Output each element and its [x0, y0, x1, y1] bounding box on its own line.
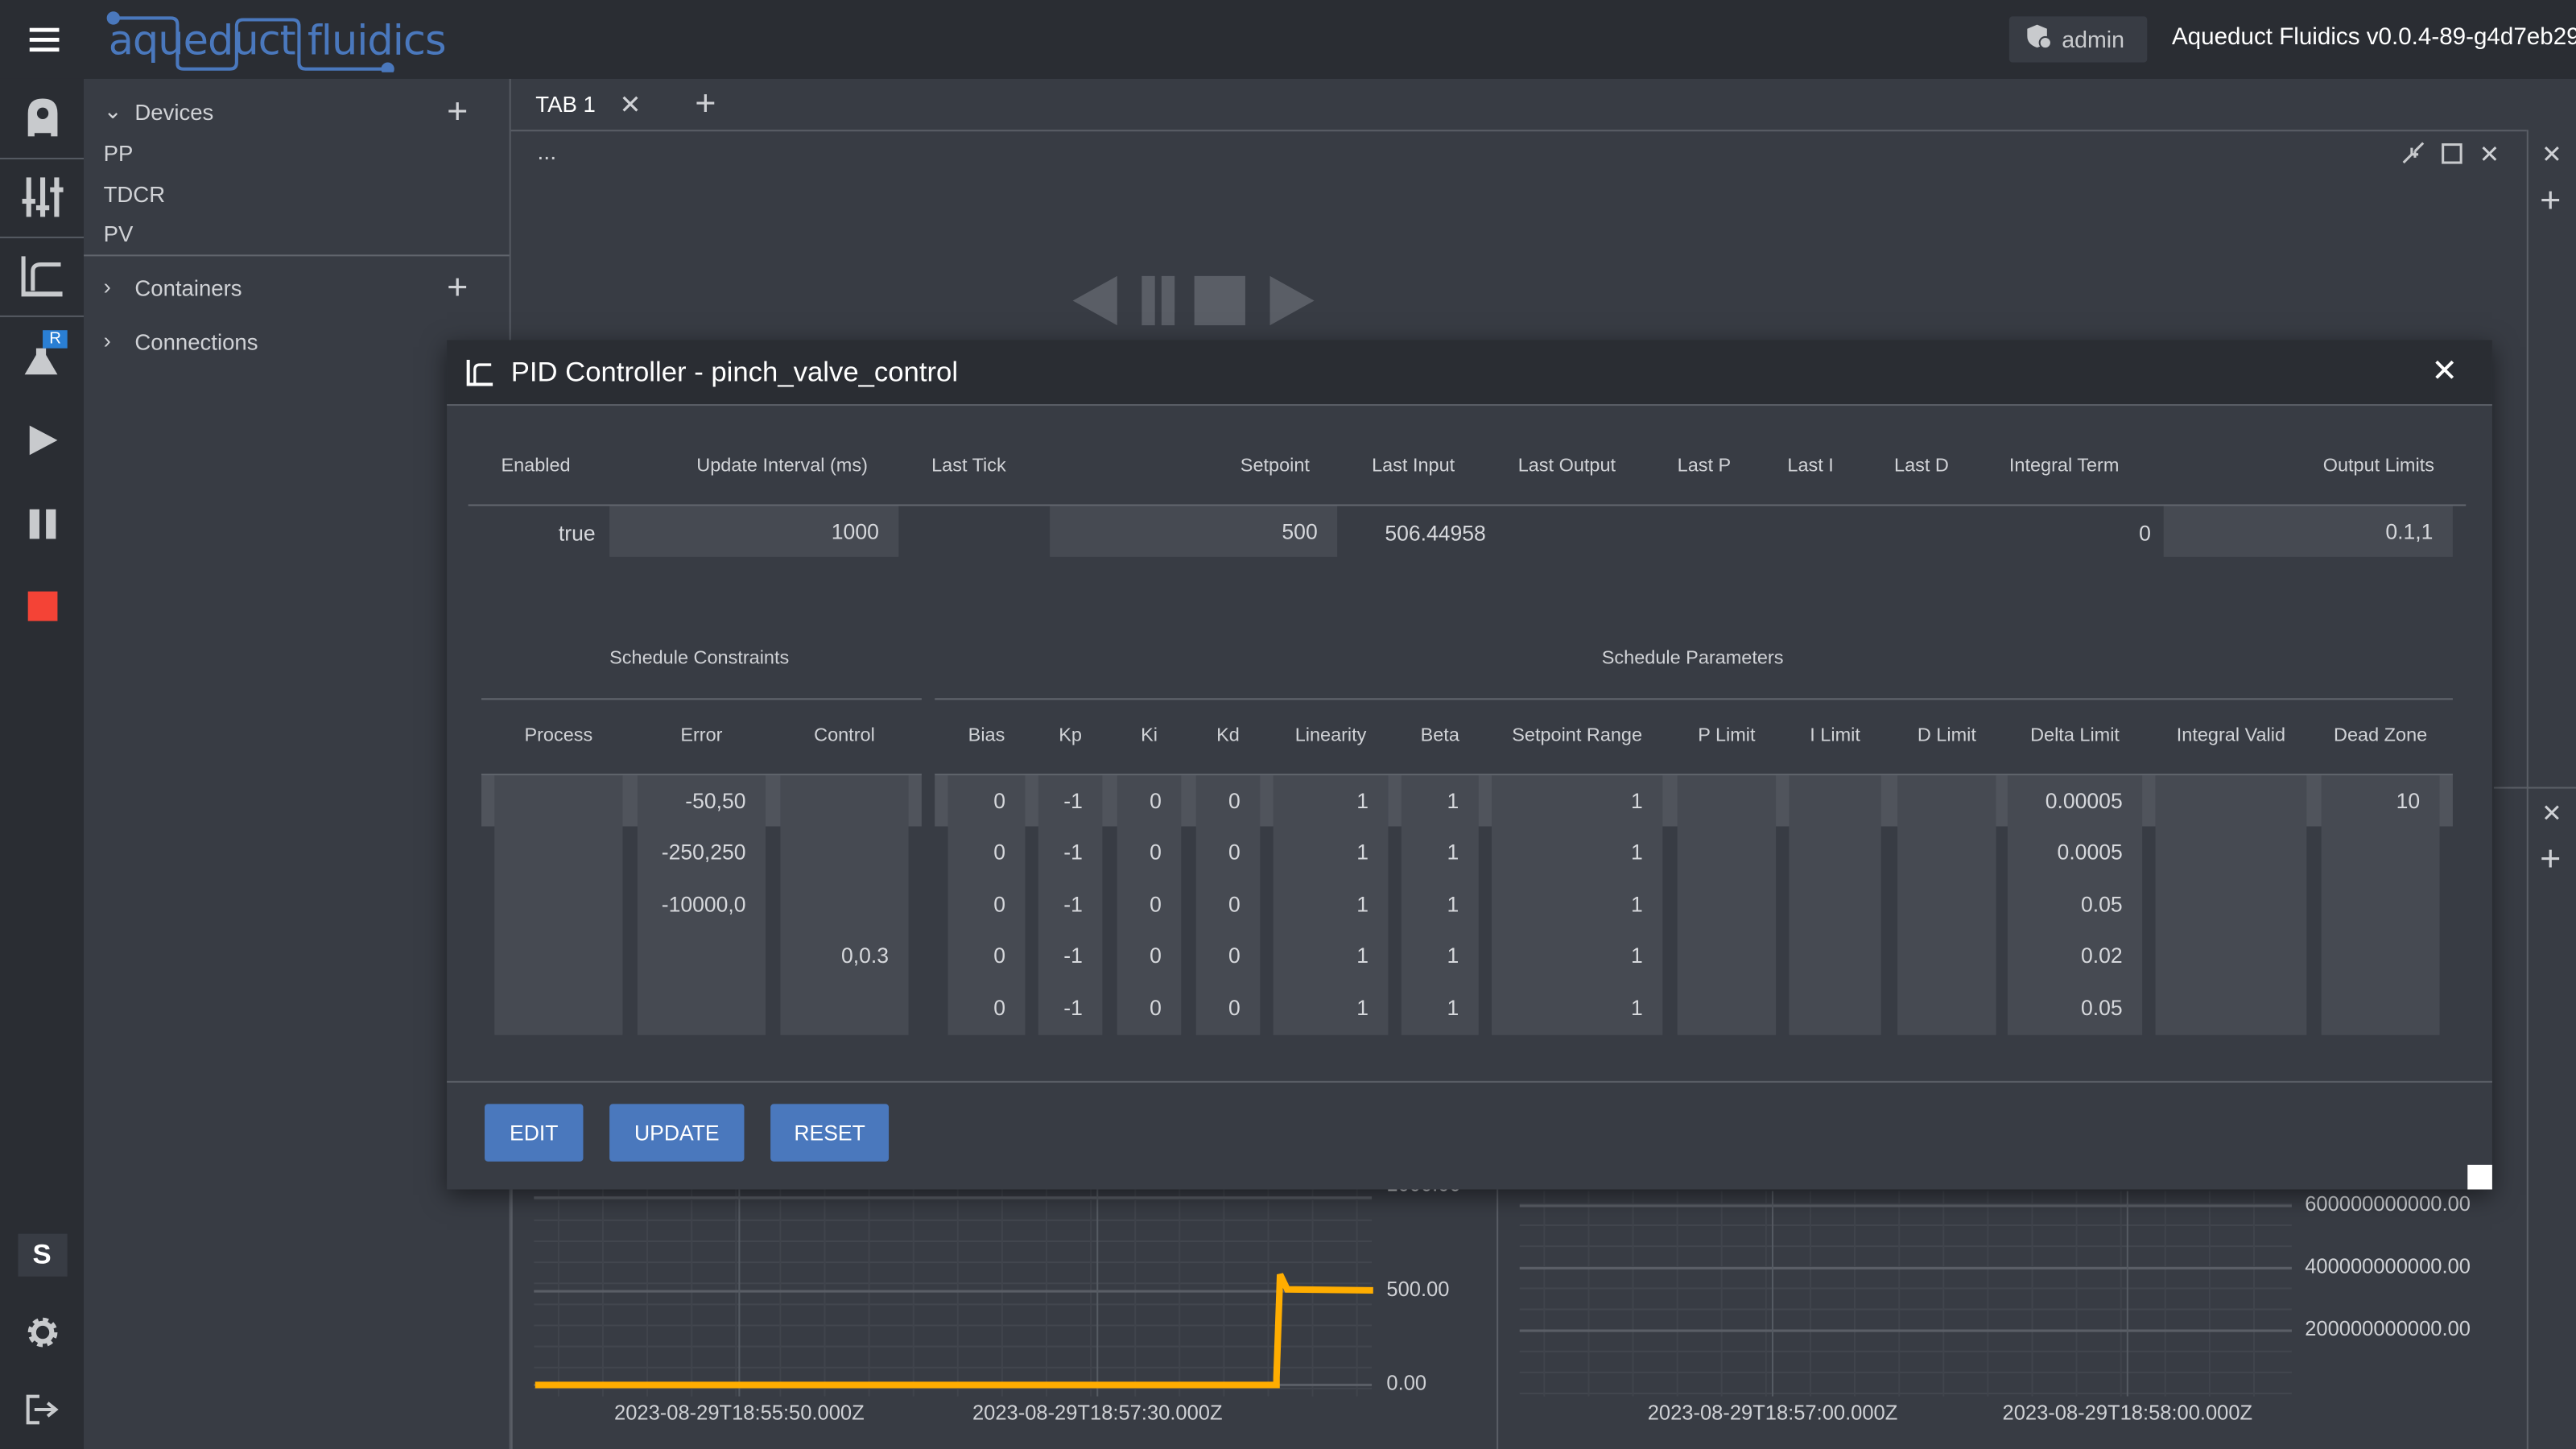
dialog-title: PID Controller - pinch_valve_control	[510, 356, 959, 388]
output-limits-input[interactable]: 0.1,1	[2163, 506, 2453, 557]
schedule-parameters-title: Schedule Parameters	[1601, 649, 1784, 669]
status-header: Last Input	[1372, 456, 1455, 477]
schedule-cell[interactable]: 0	[1117, 840, 1162, 865]
schedule-cell[interactable]: 1	[1402, 943, 1459, 968]
y-tick-label: 500.00	[1386, 1278, 1450, 1302]
status-header: Last Output	[1517, 456, 1616, 477]
column-cells[interactable]	[1677, 775, 1777, 1035]
column-cells[interactable]	[2321, 775, 2440, 1035]
schedule-cell[interactable]: -1	[1038, 892, 1083, 917]
column-cells[interactable]	[2155, 775, 2307, 1035]
schedule-cell[interactable]: -10000,0	[638, 892, 746, 917]
schedule-cell[interactable]: -1	[1038, 789, 1083, 814]
schedule-cell[interactable]: 0	[948, 789, 1005, 814]
schedule-cell[interactable]: 0	[1196, 995, 1241, 1020]
column-header-dead-zone: Dead Zone	[2334, 726, 2428, 746]
column-cells[interactable]	[780, 775, 909, 1035]
y-tick-label: 200000000000.00	[2305, 1317, 2471, 1341]
status-header: Output Limits	[2322, 456, 2434, 477]
schedule-cell[interactable]: 1	[1402, 840, 1459, 865]
schedule-cell[interactable]: 1	[1402, 789, 1459, 814]
schedule-cell[interactable]: 1	[1402, 892, 1459, 917]
status-header: Last D	[1894, 456, 1949, 477]
status-header: Update Interval (ms)	[696, 456, 868, 477]
schedule-cell[interactable]: 0.05	[2008, 892, 2123, 917]
schedule-cell[interactable]: 1	[1402, 995, 1459, 1020]
column-header-control: Control	[814, 726, 875, 746]
x-tick-label: 2023-08-29T18:57:30.000Z	[972, 1401, 1223, 1425]
schedule-cell[interactable]: 1	[1274, 943, 1368, 968]
column-cells[interactable]	[494, 775, 623, 1035]
app-root: aqueduct fluidics admin Aqueduct Fluidic…	[0, 0, 2576, 1449]
schedule-cell[interactable]: 0	[1196, 943, 1241, 968]
enabled-value: true	[558, 520, 596, 546]
column-cells[interactable]	[1897, 775, 1996, 1035]
chart-icon	[466, 359, 493, 394]
schedule-cell[interactable]: -50,50	[638, 789, 745, 814]
schedule-cell[interactable]: 0	[1196, 892, 1241, 917]
schedule-cell[interactable]: 1	[1492, 943, 1643, 968]
resize-handle[interactable]	[2467, 1164, 2492, 1190]
status-header: Setpoint	[1240, 456, 1310, 477]
pid-controller-dialog: PID Controller - pinch_valve_control ✕ E…	[447, 340, 2492, 1190]
schedule-cell[interactable]: 0	[1117, 995, 1162, 1020]
schedule-cell[interactable]: 0,0.3	[780, 943, 889, 968]
schedule-cell[interactable]: 1	[1492, 789, 1643, 814]
column-cells[interactable]	[1789, 775, 1881, 1035]
schedule-cell[interactable]: 0	[1196, 840, 1241, 865]
schedule-cell[interactable]: 1	[1492, 840, 1643, 865]
schedule-cell[interactable]: 1	[1274, 840, 1368, 865]
y-tick-label: 600000000000.00	[2305, 1192, 2471, 1216]
schedule-cell[interactable]: 0	[948, 892, 1005, 917]
schedule-cell[interactable]: 0.02	[2008, 943, 2123, 968]
x-tick-label: 2023-08-29T18:57:00.000Z	[1647, 1401, 1898, 1425]
schedule-cell[interactable]: 0	[1117, 943, 1162, 968]
schedule-cell[interactable]: -1	[1038, 943, 1083, 968]
schedule-cell[interactable]: 0	[1117, 892, 1162, 917]
schedule-cell[interactable]: 1	[1492, 995, 1643, 1020]
schedule-cell[interactable]: -1	[1038, 840, 1083, 865]
status-header: Last P	[1677, 456, 1732, 477]
x-tick-label: 2023-08-29T18:58:00.000Z	[2002, 1401, 2253, 1425]
schedule-cell[interactable]: 0	[1196, 789, 1241, 814]
edit-button[interactable]: EDIT	[485, 1104, 584, 1162]
schedule-cell[interactable]: 0	[948, 943, 1005, 968]
close-dialog-icon[interactable]: ✕	[2431, 353, 2457, 391]
status-header: Last Tick	[931, 456, 1006, 477]
schedule-cell[interactable]: 0.0005	[2008, 840, 2123, 865]
setpoint-input[interactable]: 500	[1050, 506, 1338, 557]
update-interval-input[interactable]: 1000	[609, 506, 899, 557]
schedule-cell[interactable]: 1	[1274, 892, 1368, 917]
status-header: Integral Term	[2008, 456, 2120, 477]
y-tick-label: 0.00	[1386, 1372, 1427, 1395]
schedule-cell[interactable]: 10	[2322, 789, 2421, 814]
schedule-cell[interactable]: 0.05	[2008, 995, 2123, 1020]
dialog-header: PID Controller - pinch_valve_control ✕	[447, 340, 2492, 407]
x-tick-label: 2023-08-29T18:55:50.000Z	[614, 1401, 865, 1425]
status-header: Last I	[1787, 456, 1834, 477]
schedule-cell[interactable]: -250,250	[638, 840, 746, 865]
status-header: Enabled	[501, 456, 571, 477]
reset-button[interactable]: RESET	[770, 1104, 890, 1162]
schedule-cell[interactable]: -1	[1038, 995, 1083, 1020]
last-input-value: 506.44958	[1385, 520, 1486, 546]
schedule-cell[interactable]: 0	[948, 995, 1005, 1020]
schedule-cell[interactable]: 0	[948, 840, 1005, 865]
update-button[interactable]: UPDATE	[609, 1104, 745, 1162]
y-tick-label: 400000000000.00	[2305, 1255, 2471, 1278]
schedule-cell[interactable]: 0.00005	[2008, 789, 2123, 814]
schedule-constraints-title: Schedule Constraints	[609, 649, 790, 669]
schedule-cell[interactable]: 0	[1117, 789, 1162, 814]
schedule-cell[interactable]: 1	[1274, 995, 1368, 1020]
schedule-cell[interactable]: 1	[1492, 892, 1643, 917]
schedule-cell[interactable]: 1	[1274, 789, 1368, 814]
integral-term-value: 0	[2139, 520, 2151, 546]
